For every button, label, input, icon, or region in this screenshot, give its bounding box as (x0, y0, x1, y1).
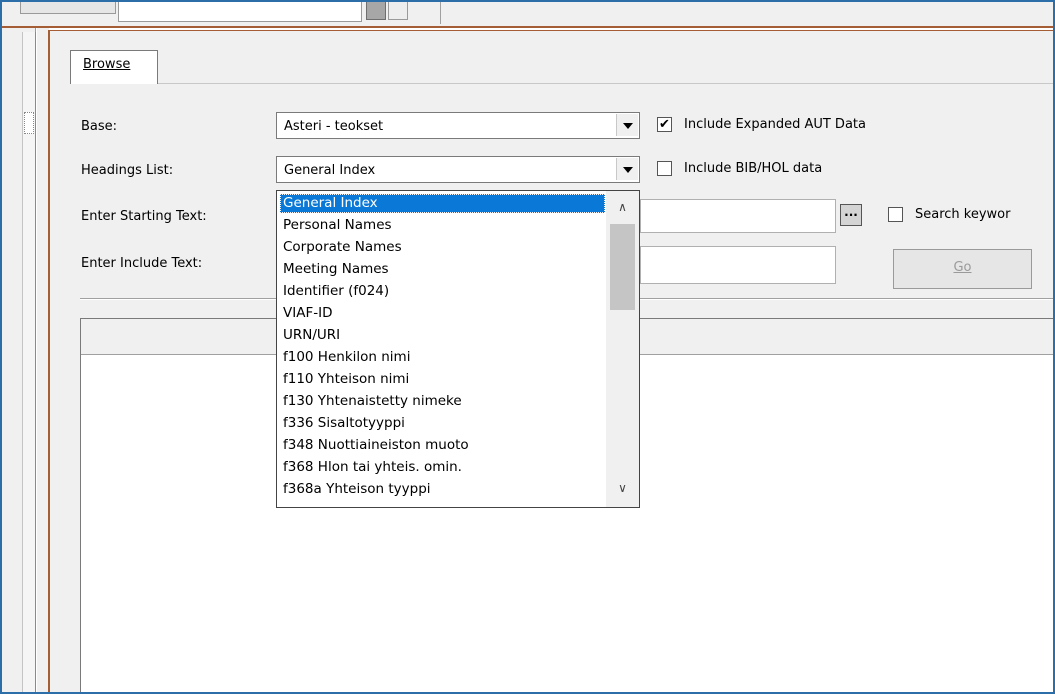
dropdown-item-personal-names[interactable]: Personal Names (280, 216, 392, 235)
tab-browse[interactable]: Browse (70, 50, 158, 84)
dropdown-item-f348[interactable]: f348 Nuottiaineiston muoto (280, 436, 469, 455)
base-select-value: Asteri - teokset (284, 119, 384, 134)
dropdown-item-meeting-names[interactable]: Meeting Names (280, 260, 389, 279)
headings-list-select[interactable]: General Index (276, 156, 640, 183)
left-panel-handle[interactable] (24, 112, 34, 134)
search-keyword-label: Search keywor (915, 207, 1011, 222)
dropdown-item-f336[interactable]: f336 Sisaltotyyppi (280, 414, 405, 433)
toolbar-input[interactable] (118, 2, 362, 22)
dropdown-item-f368[interactable]: f368 Hlon tai yhteis. omin. (280, 458, 462, 477)
chevron-down-icon[interactable] (616, 158, 638, 180)
ellipsis-icon: ··· (844, 208, 858, 222)
go-button[interactable]: Go (893, 249, 1032, 289)
dropdown-item-f110[interactable]: f110 Yhteison nimi (280, 370, 409, 389)
include-text-input[interactable] (640, 246, 836, 284)
bib-hol-label: Include BIB/HOL data (684, 161, 823, 176)
toolbar-button-secondary[interactable] (388, 2, 408, 20)
chevron-down-icon[interactable]: ∨ (606, 477, 639, 499)
dropdown-item-viaf-id[interactable]: VIAF-ID (280, 304, 332, 323)
chevron-down-icon[interactable] (616, 114, 638, 136)
dropdown-item-f100[interactable]: f100 Henkilon nimi (280, 348, 410, 367)
base-label: Base: (81, 119, 118, 134)
toolbar-button[interactable] (366, 2, 386, 20)
dropdown-scroll-thumb[interactable] (610, 224, 635, 310)
expanded-aut-checkbox[interactable]: ✔ (657, 117, 672, 132)
search-keyword-checkbox[interactable] (888, 207, 903, 222)
headings-list-value: General Index (284, 163, 376, 178)
ellipsis-button[interactable]: ··· (840, 204, 862, 226)
dropdown-item-corporate-names[interactable]: Corporate Names (280, 238, 402, 257)
include-text-label: Enter Include Text: (81, 256, 203, 271)
expanded-aut-label: Include Expanded AUT Data (684, 117, 866, 132)
starting-text-input[interactable] (640, 199, 836, 233)
dropdown-item-f368a[interactable]: f368a Yhteison tyyppi (280, 480, 431, 499)
tab-strip-line (158, 83, 1053, 84)
toolbar-separator (440, 2, 441, 24)
checkmark-icon: ✔ (659, 117, 670, 132)
base-select[interactable]: Asteri - teokset (276, 112, 640, 139)
headings-dropdown-list[interactable]: General Index Personal Names Corporate N… (276, 190, 640, 508)
starting-text-label: Enter Starting Text: (81, 209, 207, 224)
headings-list-label: Headings List: (81, 163, 174, 178)
toolbar-dropdown-stub[interactable] (20, 2, 116, 14)
dropdown-item-f130[interactable]: f130 Yhtenaistetty nimeke (280, 392, 462, 411)
chevron-up-icon[interactable]: ∧ (606, 196, 639, 218)
tab-browse-label: Browse (83, 57, 131, 72)
dropdown-item-general-index[interactable]: General Index (280, 194, 605, 213)
dropdown-item-urn-uri[interactable]: URN/URI (280, 326, 340, 345)
dropdown-item-identifier[interactable]: Identifier (f024) (280, 282, 389, 301)
bib-hol-checkbox[interactable] (657, 161, 672, 176)
